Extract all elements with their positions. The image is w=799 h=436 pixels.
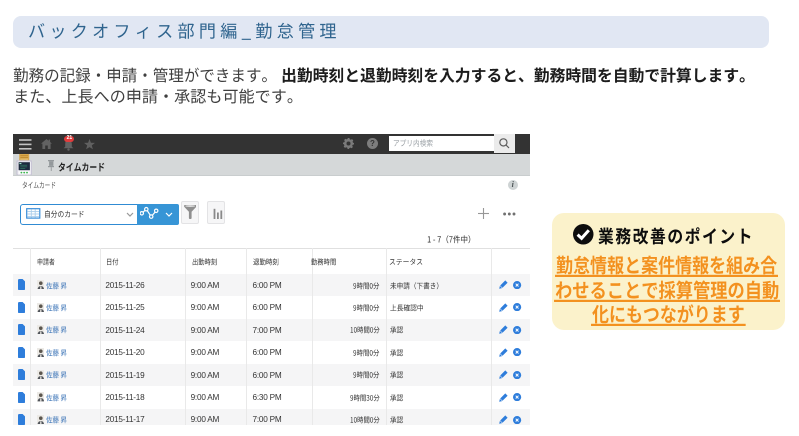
svg-text:?: ? [370, 139, 375, 148]
